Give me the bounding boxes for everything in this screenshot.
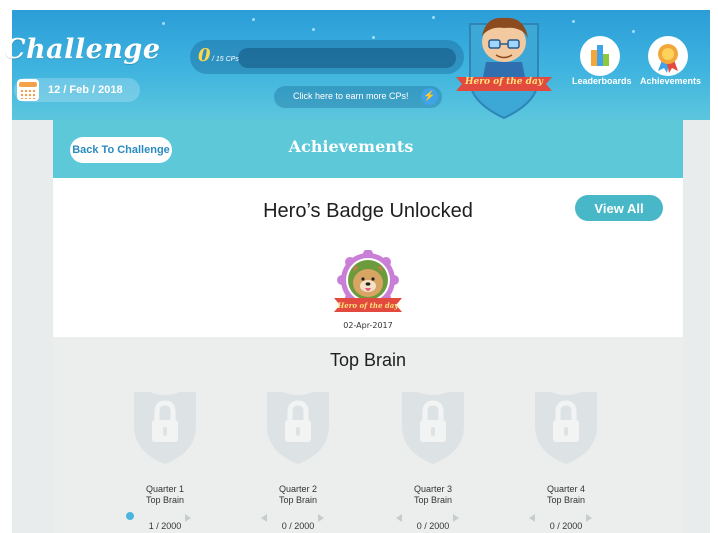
quarter-progress: 1 / 2000 xyxy=(148,521,182,531)
leaderboard-icon xyxy=(591,45,609,66)
leaderboards-label[interactable]: Leaderboards xyxy=(572,76,632,86)
achievements-button[interactable] xyxy=(648,36,688,76)
locked-badge-icon xyxy=(402,392,464,464)
top-brain-title: Top Brain xyxy=(329,350,407,370)
app-logo: Challenge xyxy=(4,34,161,65)
cp-value: 0 xyxy=(198,45,211,66)
achievements-label[interactable]: Achievements xyxy=(640,76,701,86)
hero-avatar-icon[interactable] xyxy=(456,10,552,120)
progress-dot xyxy=(126,512,134,520)
quarter-label: Quarter 4 Top Brain xyxy=(546,484,586,505)
quarter-label: Quarter 1 Top Brain xyxy=(145,484,185,505)
badge-date: 02-Apr-2017 xyxy=(343,321,393,330)
view-all-button[interactable]: View All xyxy=(575,195,663,221)
quarter-progress: 0 / 2000 xyxy=(549,521,583,531)
locked-badge-icon xyxy=(134,392,196,464)
quarter-card[interactable]: Quarter 2 Top Brain 0 / 2000 xyxy=(253,386,343,533)
leaderboards-button[interactable] xyxy=(580,36,620,76)
cp-progress-bar xyxy=(238,48,456,68)
badge-banner-label: Hero of the day xyxy=(337,301,399,310)
quarter-progress: 0 / 2000 xyxy=(281,521,315,531)
quarter-card[interactable]: Quarter 3 Top Brain 0 / 2000 xyxy=(388,386,478,533)
left-gutter xyxy=(12,120,53,533)
locked-badge-icon xyxy=(535,392,597,464)
calendar-icon xyxy=(17,79,39,101)
app-frame: Challenge 12 / Feb / 2018 0 / 15 CPs Cli… xyxy=(0,0,718,533)
lightning-icon[interactable]: ⚡ xyxy=(421,88,438,105)
current-date: 12 / Feb / 2018 xyxy=(48,84,123,96)
locked-badge-icon xyxy=(267,392,329,464)
earn-cps-link[interactable]: Click here to earn more CPs! xyxy=(293,91,409,101)
lightning-bolt-icon xyxy=(90,26,116,68)
quarter-label: Quarter 3 Top Brain xyxy=(413,484,453,505)
quarter-label: Quarter 2 Top Brain xyxy=(278,484,318,505)
page-title: Achievements xyxy=(288,137,414,156)
quarter-card[interactable]: Quarter 1 Top Brain 1 / 2000 xyxy=(120,386,210,533)
right-gutter xyxy=(683,120,710,533)
hero-banner-label: Hero of the day xyxy=(464,77,544,87)
achievement-medal-icon xyxy=(658,44,678,73)
quarter-progress: 0 / 2000 xyxy=(416,521,450,531)
quarter-card[interactable]: Quarter 4 Top Brain 0 / 2000 xyxy=(521,386,611,533)
cp-total: / 15 CPs xyxy=(212,56,239,63)
